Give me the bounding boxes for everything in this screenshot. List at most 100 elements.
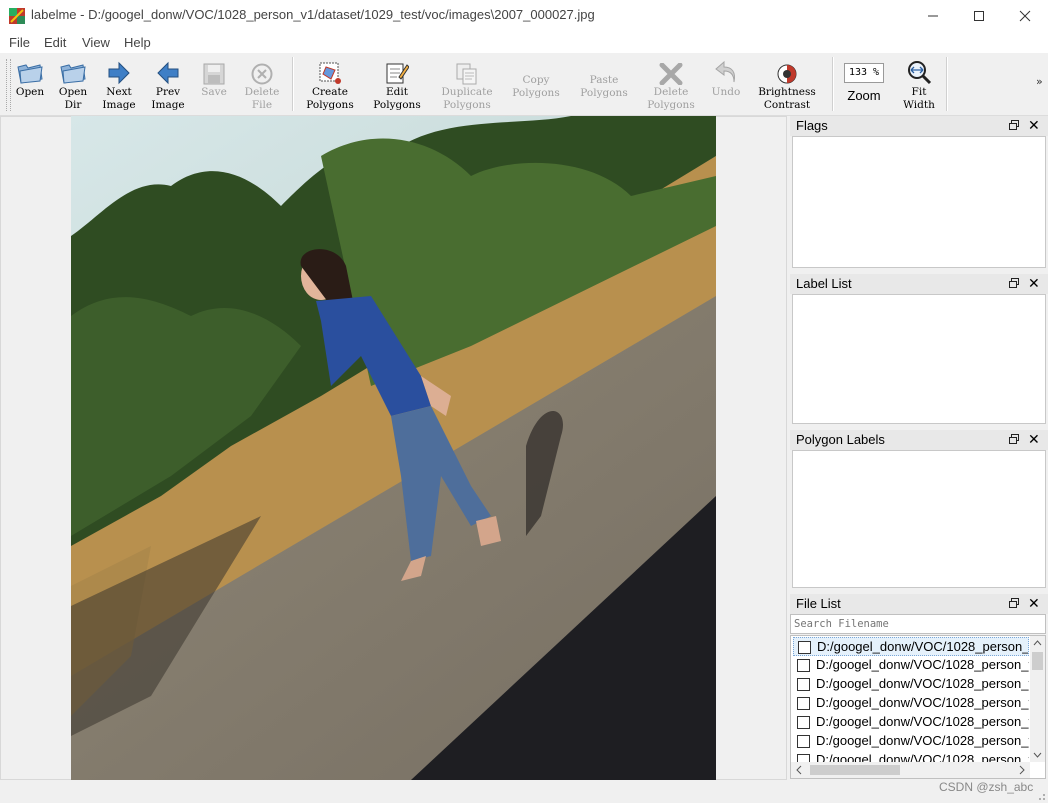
polygon-labels-title: Polygon Labels bbox=[796, 432, 885, 447]
file-list-horizontal-scrollbar[interactable] bbox=[791, 762, 1030, 778]
file-checkbox[interactable] bbox=[797, 697, 810, 710]
vertical-scroll-thumb[interactable] bbox=[1032, 652, 1043, 670]
file-name: D:/googel_donw/VOC/1028_person_v1/datase… bbox=[816, 657, 1029, 672]
dock-close-icon[interactable]: ✕ bbox=[1028, 431, 1040, 448]
edit-polygons-label: Edit Polygons bbox=[373, 86, 421, 111]
polygon-labels-dock: Polygon Labels ✕ bbox=[790, 430, 1048, 590]
create-polygons-button[interactable]: Create Polygons bbox=[302, 55, 358, 113]
scroll-right-arrow-icon[interactable] bbox=[1014, 762, 1030, 778]
file-search-input[interactable] bbox=[794, 616, 1034, 632]
fit-width-button[interactable]: Fit Width bbox=[898, 55, 940, 113]
duplicate-polygons-button[interactable]: Duplicate Polygons bbox=[436, 55, 498, 113]
scroll-down-arrow-icon[interactable] bbox=[1030, 748, 1045, 762]
undo-button[interactable]: Undo bbox=[708, 55, 744, 113]
open-dir-icon bbox=[60, 64, 86, 84]
horizontal-scroll-thumb[interactable] bbox=[810, 765, 900, 775]
toolbar-separator bbox=[946, 57, 948, 111]
file-list-item[interactable]: D:/googel_donw/VOC/1028_person_v1/datase… bbox=[793, 732, 1029, 751]
file-checkbox[interactable] bbox=[797, 659, 810, 672]
file-list[interactable]: D:/googel_donw/VOC/1028_person_v1/datase… bbox=[790, 635, 1046, 779]
duplicate-polygons-label: Duplicate Polygons bbox=[441, 86, 493, 111]
file-list-vertical-scrollbar[interactable] bbox=[1030, 636, 1045, 762]
delete-file-icon bbox=[251, 63, 273, 85]
delete-polygons-icon bbox=[659, 63, 683, 85]
brightness-contrast-button[interactable]: Brightness Contrast bbox=[752, 55, 822, 113]
file-checkbox[interactable] bbox=[798, 641, 811, 654]
menu-view[interactable]: View bbox=[82, 35, 110, 50]
zoom-label: Zoom bbox=[847, 88, 881, 103]
save-icon bbox=[203, 63, 225, 85]
dock-float-icon[interactable] bbox=[1008, 119, 1020, 131]
open-dir-button[interactable]: Open Dir bbox=[54, 55, 92, 113]
resize-grip-icon[interactable] bbox=[1036, 791, 1046, 801]
dock-float-icon[interactable] bbox=[1008, 277, 1020, 289]
menu-edit[interactable]: Edit bbox=[44, 35, 66, 50]
scroll-left-arrow-icon[interactable] bbox=[791, 762, 807, 778]
copy-polygons-label: Copy Polygons bbox=[512, 74, 560, 99]
save-label: Save bbox=[201, 86, 227, 98]
file-checkbox[interactable] bbox=[797, 678, 810, 691]
watermark-text: CSDN @zsh_abc bbox=[939, 780, 1034, 794]
create-polygons-icon bbox=[319, 62, 341, 84]
loaded-image[interactable] bbox=[71, 116, 716, 780]
file-checkbox[interactable] bbox=[797, 754, 810, 762]
menu-bar: File Edit View Help bbox=[0, 31, 1048, 53]
polygon-labels-list[interactable] bbox=[792, 450, 1046, 588]
file-list-item[interactable]: D:/googel_donw/VOC/1028_person_v1/datase… bbox=[793, 675, 1029, 694]
copy-polygons-button[interactable]: Copy Polygons bbox=[508, 55, 564, 113]
toolbar-separator bbox=[832, 57, 834, 111]
menu-file[interactable]: File bbox=[9, 35, 30, 50]
dock-close-icon[interactable]: ✕ bbox=[1028, 275, 1040, 292]
brightness-contrast-label: Brightness Contrast bbox=[758, 86, 816, 111]
open-dir-label: Open Dir bbox=[58, 86, 88, 111]
dock-float-icon[interactable] bbox=[1008, 597, 1020, 609]
label-list-dock-header: Label List ✕ bbox=[790, 274, 1048, 294]
dock-float-icon[interactable] bbox=[1008, 433, 1020, 445]
file-name: D:/googel_donw/VOC/1028_person_v1/datase… bbox=[816, 733, 1029, 748]
delete-polygons-button[interactable]: Delete Polygons bbox=[643, 55, 699, 113]
close-icon bbox=[1019, 10, 1031, 21]
file-name: D:/googel_donw/VOC/1028_person_v1/datase… bbox=[816, 676, 1029, 691]
paste-polygons-label: Paste Polygons bbox=[580, 74, 628, 99]
file-list-item[interactable]: D:/googel_donw/VOC/1028_person_v1/datase… bbox=[793, 656, 1029, 675]
dock-close-icon[interactable]: ✕ bbox=[1028, 595, 1040, 612]
file-list-title: File List bbox=[796, 596, 841, 611]
edit-polygons-button[interactable]: Edit Polygons bbox=[369, 55, 425, 113]
toolbar-separator bbox=[292, 57, 294, 111]
title-bar: labelme - D:/googel_donw/VOC/1028_person… bbox=[0, 0, 1048, 31]
scroll-up-arrow-icon[interactable] bbox=[1030, 636, 1045, 650]
file-list-dock: File List ✕ bbox=[790, 594, 1048, 614]
toolbar: Open Open Dir Next Image Prev Image Save… bbox=[0, 53, 1048, 116]
file-checkbox[interactable] bbox=[797, 716, 810, 729]
file-list-item[interactable]: D:/googel_donw/VOC/1028_person_v1/datase… bbox=[793, 694, 1029, 713]
menu-help[interactable]: Help bbox=[124, 35, 151, 50]
file-name: D:/googel_donw/VOC/1028_person_v1/datase… bbox=[816, 714, 1029, 729]
window-title: labelme - D:/googel_donw/VOC/1028_person… bbox=[31, 7, 595, 22]
brightness-contrast-icon bbox=[777, 64, 797, 84]
file-list-item[interactable]: D:/googel_donw/VOC/1028_person_v1/datase… bbox=[793, 713, 1029, 732]
next-image-button[interactable]: Next Image bbox=[98, 55, 140, 113]
close-button[interactable] bbox=[1002, 0, 1048, 31]
file-list-item[interactable]: D:/googel_donw/VOC/1028_person_v1/datase… bbox=[793, 637, 1029, 656]
delete-file-button[interactable]: Delete File bbox=[240, 55, 284, 113]
open-button[interactable]: Open bbox=[11, 55, 49, 113]
toolbar-overflow-button[interactable]: » bbox=[1036, 75, 1043, 88]
duplicate-polygons-icon bbox=[456, 63, 477, 85]
file-checkbox[interactable] bbox=[797, 735, 810, 748]
label-list[interactable] bbox=[792, 294, 1046, 424]
next-image-label: Next Image bbox=[102, 86, 136, 111]
paste-polygons-button[interactable]: Paste Polygons bbox=[576, 55, 632, 113]
labelme-app-icon bbox=[9, 8, 25, 24]
undo-label: Undo bbox=[711, 86, 741, 98]
dock-close-icon[interactable]: ✕ bbox=[1028, 117, 1040, 134]
fit-width-label: Fit Width bbox=[903, 86, 935, 111]
save-button[interactable]: Save bbox=[196, 55, 232, 113]
flags-dock-header: Flags ✕ bbox=[790, 116, 1048, 136]
file-list-item[interactable]: D:/googel_donw/VOC/1028_person_v1/datase… bbox=[793, 751, 1029, 762]
open-folder-icon bbox=[17, 64, 43, 84]
maximize-button[interactable] bbox=[956, 0, 1002, 31]
flags-list[interactable] bbox=[792, 136, 1046, 268]
zoom-value-spinbox[interactable]: 133 % bbox=[844, 63, 884, 83]
minimize-button[interactable] bbox=[910, 0, 956, 31]
prev-image-button[interactable]: Prev Image bbox=[147, 55, 189, 113]
